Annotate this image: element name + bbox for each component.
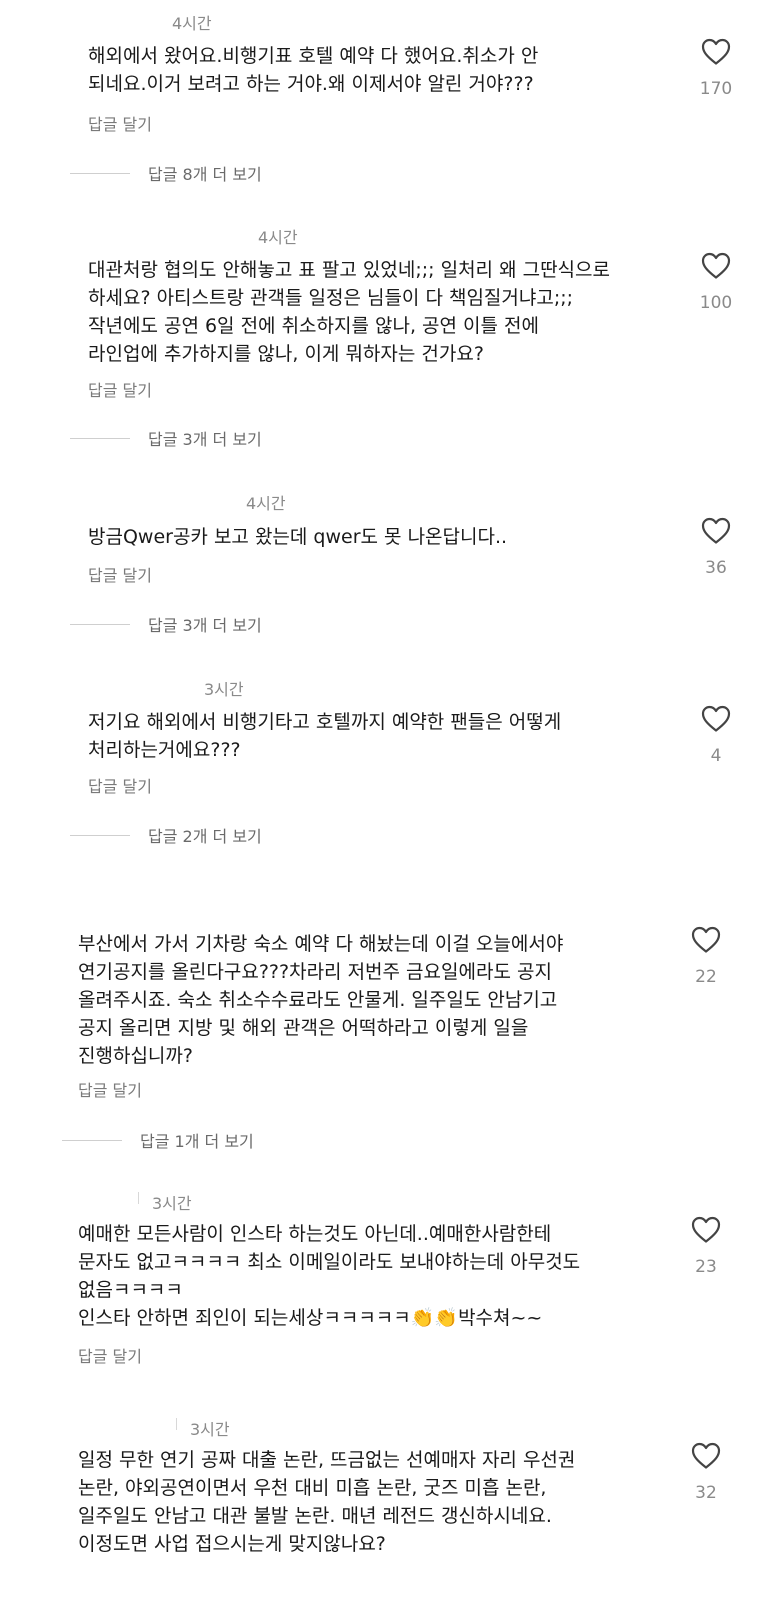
view-more-replies[interactable]: 답글 8개 더 보기 xyxy=(70,161,262,185)
like-count: 170 xyxy=(699,79,733,99)
comment-time: 4시간 xyxy=(172,14,212,33)
view-more-replies-label: 답글 1개 더 보기 xyxy=(140,1132,254,1151)
like-button[interactable]: 170 xyxy=(686,38,746,99)
reply-button[interactable]: 답글 달기 xyxy=(88,562,152,586)
comment-text: 방금Qwer공카 보고 왔는데 qwer도 못 나온답니다.. xyxy=(88,526,508,548)
heart-outline-icon[interactable] xyxy=(701,38,731,65)
heart-outline-icon[interactable] xyxy=(691,1216,721,1243)
like-count: 23 xyxy=(695,1257,717,1277)
heart-outline-icon[interactable] xyxy=(701,705,731,732)
comment-time: 4시간 xyxy=(258,228,298,247)
comment-time: 3시간 xyxy=(190,1420,230,1439)
like-button[interactable]: 36 xyxy=(686,517,746,578)
like-button[interactable]: 4 xyxy=(686,705,746,766)
reply-button[interactable]: 답글 달기 xyxy=(88,377,152,401)
like-button[interactable]: 100 xyxy=(686,252,746,313)
divider-line xyxy=(62,1139,122,1141)
comment-time: 3시간 xyxy=(204,680,244,699)
comment-text: 예매한 모든사람이 인스타 하는것도 아닌데..예매한사람한테 문자도 없고ㅋㅋ… xyxy=(78,1223,581,1329)
like-count: 4 xyxy=(710,746,722,766)
view-more-replies-label: 답글 2개 더 보기 xyxy=(148,827,262,846)
divider-line xyxy=(70,172,130,174)
like-button[interactable]: 23 xyxy=(676,1216,736,1277)
view-more-replies-label: 답글 3개 더 보기 xyxy=(148,616,262,635)
view-more-replies[interactable]: 답글 1개 더 보기 xyxy=(62,1128,254,1152)
heart-outline-icon[interactable] xyxy=(691,926,721,953)
heart-outline-icon[interactable] xyxy=(701,252,731,279)
view-more-replies-label: 답글 3개 더 보기 xyxy=(148,430,262,449)
view-more-replies[interactable]: 답글 2개 더 보기 xyxy=(70,823,262,847)
comment-time: 4시간 xyxy=(246,494,286,513)
tick-mark xyxy=(176,1418,177,1430)
divider-line xyxy=(70,437,130,439)
view-more-replies[interactable]: 답글 3개 더 보기 xyxy=(70,612,262,636)
view-more-replies-label: 답글 8개 더 보기 xyxy=(148,165,262,184)
comment-text: 대관처랑 협의도 안해놓고 표 팔고 있었네;;; 일처리 왜 그딴식으로 하세… xyxy=(88,259,611,365)
like-count: 32 xyxy=(695,1483,717,1503)
divider-line xyxy=(70,834,130,836)
view-more-replies[interactable]: 답글 3개 더 보기 xyxy=(70,426,262,450)
like-count: 100 xyxy=(699,293,733,313)
comment-time: 3시간 xyxy=(152,1194,192,1213)
comment-text: 해외에서 왔어요.비행기표 호텔 예약 다 했어요.취소가 안 되네요.이거 보… xyxy=(88,45,539,95)
comment-text: 일정 무한 연기 공짜 대출 논란, 뜨금없는 선예매자 자리 우선권 논란, … xyxy=(78,1449,576,1555)
like-button[interactable]: 32 xyxy=(676,1442,736,1503)
comment-text: 부산에서 가서 기차랑 숙소 예약 다 해놨는데 이걸 오늘에서야 연기공지를 … xyxy=(78,933,564,1067)
like-count: 22 xyxy=(695,967,717,987)
reply-button[interactable]: 답글 달기 xyxy=(78,1343,142,1367)
comment-text: 저기요 해외에서 비행기타고 호텔까지 예약한 팬들은 어떻게 처리하는거에요?… xyxy=(88,711,562,761)
divider-line xyxy=(70,623,130,625)
reply-button[interactable]: 답글 달기 xyxy=(88,773,152,797)
tick-mark xyxy=(138,1192,139,1204)
reply-button[interactable]: 답글 달기 xyxy=(78,1077,142,1101)
heart-outline-icon[interactable] xyxy=(691,1442,721,1469)
heart-outline-icon[interactable] xyxy=(701,517,731,544)
reply-button[interactable]: 답글 달기 xyxy=(88,111,152,135)
like-button[interactable]: 22 xyxy=(676,926,736,987)
like-count: 36 xyxy=(705,558,727,578)
